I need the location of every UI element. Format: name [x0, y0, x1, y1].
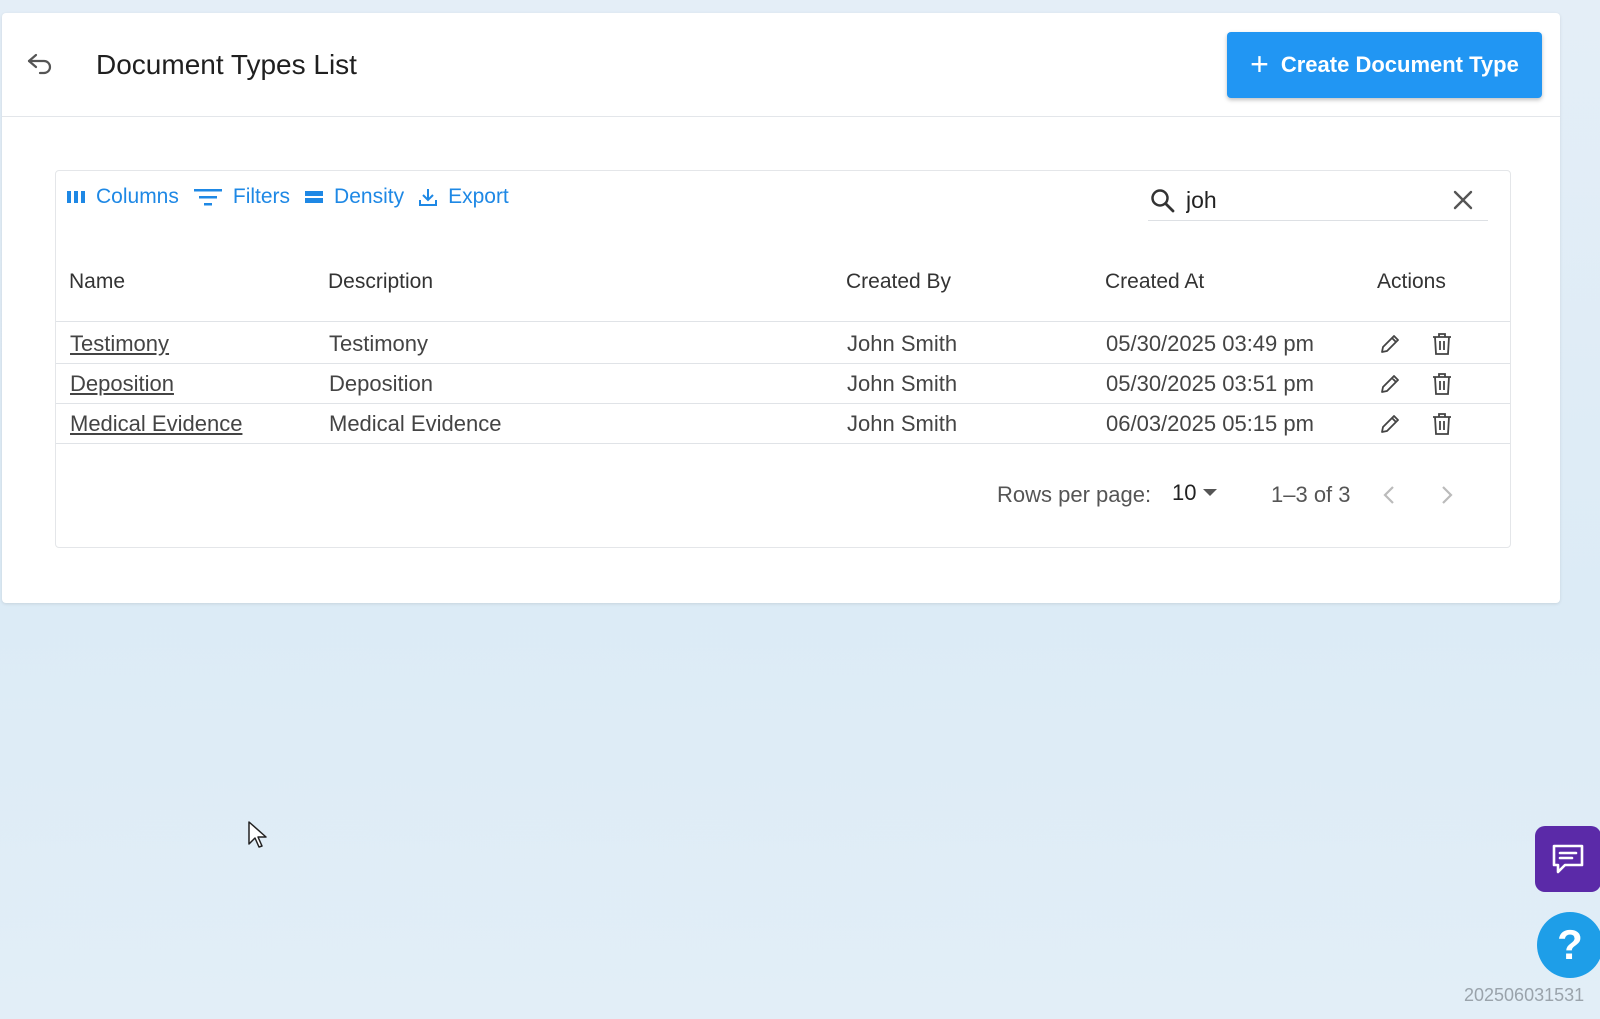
table-row: Deposition Deposition John Smith 05/30/2…	[56, 363, 1510, 404]
page-range: 1–3 of 3	[1271, 482, 1351, 507]
page-title: Document Types List	[96, 49, 357, 80]
density-icon	[305, 191, 324, 203]
rows-per-page-value: 10	[1172, 480, 1197, 505]
edit-button[interactable]	[1375, 409, 1405, 439]
build-id: 202506031531	[1464, 985, 1585, 1005]
document-types-grid: Columns Filters Density Export joh Name …	[55, 170, 1511, 548]
column-header-description[interactable]: Description	[328, 270, 433, 294]
create-button-label: Create Document Type	[1280, 52, 1519, 77]
download-icon	[419, 189, 438, 206]
create-document-type-button[interactable]: + Create Document Type	[1227, 32, 1542, 98]
caret-down-icon	[1203, 489, 1218, 496]
delete-button[interactable]	[1427, 369, 1457, 399]
column-header-created-by[interactable]: Created By	[846, 270, 951, 294]
row-description: Deposition	[329, 371, 433, 396]
mouse-cursor-icon	[248, 821, 267, 848]
row-name-link[interactable]: Deposition	[70, 371, 174, 397]
edit-button[interactable]	[1375, 369, 1405, 399]
export-label: Export	[448, 185, 509, 208]
density-button[interactable]: Density	[304, 185, 404, 209]
clear-search-icon[interactable]	[1452, 189, 1474, 216]
column-header-name[interactable]: Name	[69, 270, 125, 294]
table-row: Testimony Testimony John Smith 05/30/202…	[56, 323, 1510, 364]
chat-button[interactable]	[1535, 826, 1600, 892]
filters-button[interactable]: Filters	[193, 185, 290, 209]
columns-button[interactable]: Columns	[66, 185, 179, 209]
column-header-actions: Actions	[1377, 270, 1446, 293]
export-button[interactable]: Export	[418, 185, 509, 209]
row-name-link[interactable]: Medical Evidence	[70, 411, 242, 437]
back-arrow-icon	[27, 53, 52, 75]
trash-icon	[1433, 413, 1451, 435]
previous-page-button[interactable]	[1374, 480, 1404, 510]
rows-per-page-select[interactable]: 10	[1172, 480, 1218, 506]
row-created-by: John Smith	[847, 371, 958, 396]
next-page-button[interactable]	[1432, 480, 1462, 510]
pencil-icon	[1381, 335, 1399, 353]
row-created-by: John Smith	[847, 331, 958, 356]
row-description: Medical Evidence	[329, 411, 502, 436]
search-input[interactable]	[1186, 187, 1426, 214]
columns-label: Columns	[96, 185, 179, 208]
help-icon: ?	[1557, 921, 1583, 968]
filters-label: Filters	[232, 185, 291, 208]
pagination: Rows per page: 10 1–3 of 3	[56, 476, 1510, 516]
chevron-right-icon	[1442, 486, 1453, 504]
delete-button[interactable]	[1427, 409, 1457, 439]
row-created-at: 06/03/2025 05:15 pm	[1106, 411, 1314, 436]
row-created-at: 05/30/2025 03:51 pm	[1106, 371, 1314, 396]
plus-icon: +	[1250, 45, 1269, 82]
search-icon	[1148, 186, 1178, 216]
help-button[interactable]: ?	[1537, 912, 1600, 978]
rows-per-page-label: Rows per page:	[997, 482, 1152, 507]
density-label: Density	[334, 185, 405, 208]
row-description: Testimony	[329, 331, 429, 356]
search-box	[1148, 181, 1488, 221]
filter-icon	[193, 189, 222, 206]
trash-icon	[1433, 333, 1451, 355]
row-created-at: 05/30/2025 03:49 pm	[1106, 331, 1314, 356]
chevron-left-icon	[1383, 486, 1394, 504]
grid-toolbar: Columns Filters Density Export	[66, 185, 523, 209]
table-header: Name Description Created By Created At A…	[56, 244, 1510, 322]
back-button[interactable]	[24, 47, 56, 79]
row-name-link[interactable]: Testimony	[70, 331, 169, 357]
pencil-icon	[1381, 415, 1399, 433]
document-types-card: Document Types List + Create Document Ty…	[2, 13, 1560, 603]
trash-icon	[1433, 373, 1451, 395]
pencil-icon	[1381, 375, 1399, 393]
page-header: Document Types List + Create Document Ty…	[2, 13, 1560, 117]
table-row: Medical Evidence Medical Evidence John S…	[56, 403, 1510, 444]
column-header-created-at[interactable]: Created At	[1105, 270, 1204, 294]
row-created-by: John Smith	[847, 411, 958, 436]
edit-button[interactable]	[1375, 329, 1405, 359]
chat-icon	[1552, 844, 1584, 874]
columns-icon	[67, 191, 85, 203]
delete-button[interactable]	[1427, 329, 1457, 359]
